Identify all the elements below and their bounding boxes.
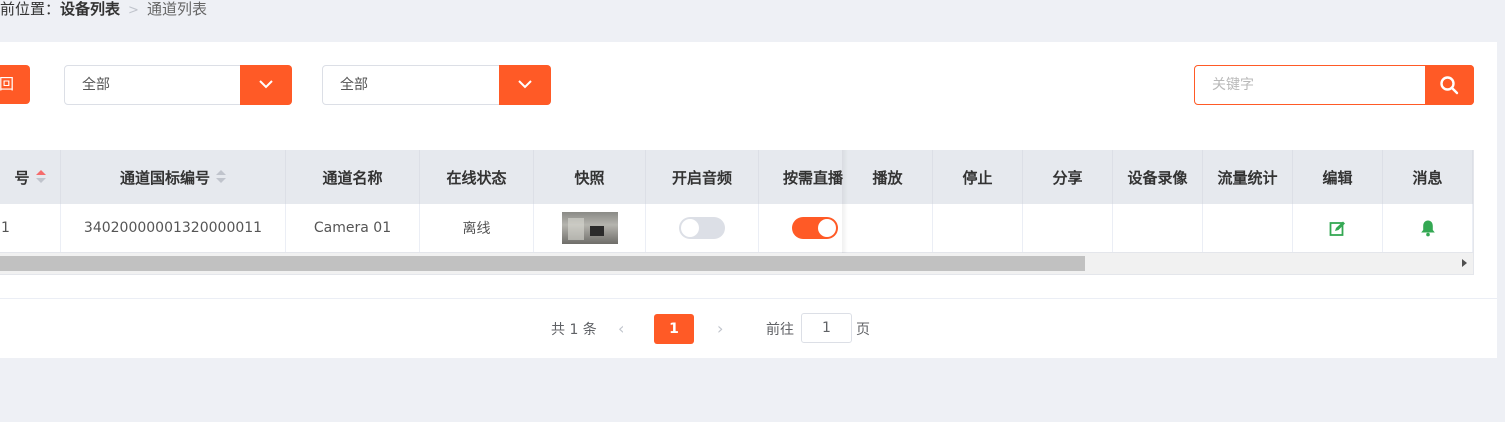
cell-stop — [933, 204, 1023, 252]
ondemand-live-toggle[interactable] — [792, 217, 838, 239]
cell-channel-id: 34020000001320000011 — [61, 204, 286, 252]
filter-select-1-value: 全部 — [82, 77, 110, 93]
page-number-current[interactable]: 1 — [654, 314, 694, 344]
breadcrumb-prefix: 前位置： — [0, 0, 61, 18]
back-button-label: 回 — [0, 75, 15, 93]
scrollbar-thumb[interactable] — [0, 256, 1085, 271]
channel-table: 号 通道国标编号 通道名称 在线状态 快照 开启音频 按需直播 播放 停止 分享… — [0, 150, 1474, 275]
col-audio-header: 开启音频 — [646, 150, 759, 204]
bell-icon[interactable] — [1420, 219, 1436, 237]
col-recording-header: 设备录像 — [1113, 150, 1203, 204]
col-share-header: 分享 — [1023, 150, 1113, 204]
cell-name: Camera 01 — [286, 204, 420, 252]
horizontal-scrollbar[interactable] — [0, 253, 1473, 274]
search-input[interactable] — [1195, 66, 1423, 104]
col-play-header: 播放 — [843, 150, 933, 204]
prev-page-icon[interactable]: ‹ — [618, 319, 624, 338]
col-status-header: 在线状态 — [420, 150, 534, 204]
breadcrumb-parent[interactable]: 设备列表 — [60, 0, 120, 18]
breadcrumb: 前位置：设备列表 > 通道列表 — [0, 0, 207, 20]
page-unit-label: 页 — [856, 322, 870, 338]
col-index-header[interactable]: 号 — [0, 150, 61, 204]
breadcrumb-current: 通道列表 — [146, 0, 207, 18]
col-snapshot-header: 快照 — [534, 150, 646, 204]
filter-select-1[interactable]: 全部 — [64, 65, 292, 105]
goto-page-input[interactable]: 1 — [801, 313, 852, 343]
audio-toggle[interactable] — [679, 217, 725, 239]
cell-message — [1383, 204, 1473, 252]
col-stop-header: 停止 — [933, 150, 1023, 204]
cell-traffic — [1203, 204, 1293, 252]
scroll-right-icon[interactable] — [1462, 259, 1467, 267]
next-page-icon[interactable]: › — [717, 319, 723, 338]
col-traffic-header: 流量统计 — [1203, 150, 1293, 204]
col-ondemand-header: 按需直播 — [783, 168, 843, 187]
cell-ondemand — [759, 204, 843, 252]
cell-index: 1 — [0, 204, 61, 252]
table-row: 1 34020000001320000011 Camera 01 离线 — [0, 204, 1473, 253]
table-header: 号 通道国标编号 通道名称 在线状态 快照 开启音频 按需直播 播放 停止 分享… — [0, 150, 1473, 204]
filter-select-2[interactable]: 全部 — [322, 65, 551, 105]
cell-audio — [646, 204, 759, 252]
filter-select-2-value: 全部 — [340, 77, 368, 93]
col-channel-id-header[interactable]: 通道国标编号 — [61, 150, 286, 204]
search-button[interactable] — [1425, 65, 1474, 105]
sort-icon[interactable] — [216, 170, 226, 184]
cell-play — [843, 204, 933, 252]
pagination: 共 1 条 ‹ 1 › 前往 1 页 — [0, 298, 1497, 358]
chevron-right-icon: > — [128, 3, 139, 18]
col-message-header: 消息 — [1383, 150, 1473, 204]
col-name-header: 通道名称 — [286, 150, 420, 204]
cell-share — [1023, 204, 1113, 252]
cell-recording — [1113, 204, 1203, 252]
pagination-total: 共 1 条 — [551, 322, 597, 338]
snapshot-thumbnail[interactable] — [561, 212, 618, 244]
sort-icon[interactable] — [35, 170, 46, 184]
search-box — [1194, 65, 1474, 105]
cell-status: 离线 — [420, 204, 534, 252]
back-button[interactable]: 回 — [0, 65, 30, 104]
search-icon — [1440, 76, 1459, 95]
cell-snapshot — [534, 204, 646, 252]
fixed-column-shadow — [842, 150, 848, 253]
col-edit-header: 编辑 — [1293, 150, 1383, 204]
goto-label: 前往 — [766, 322, 794, 338]
cell-edit — [1293, 204, 1383, 252]
chevron-down-icon[interactable] — [499, 65, 551, 105]
chevron-down-icon[interactable] — [240, 65, 292, 105]
edit-icon[interactable] — [1329, 220, 1346, 237]
